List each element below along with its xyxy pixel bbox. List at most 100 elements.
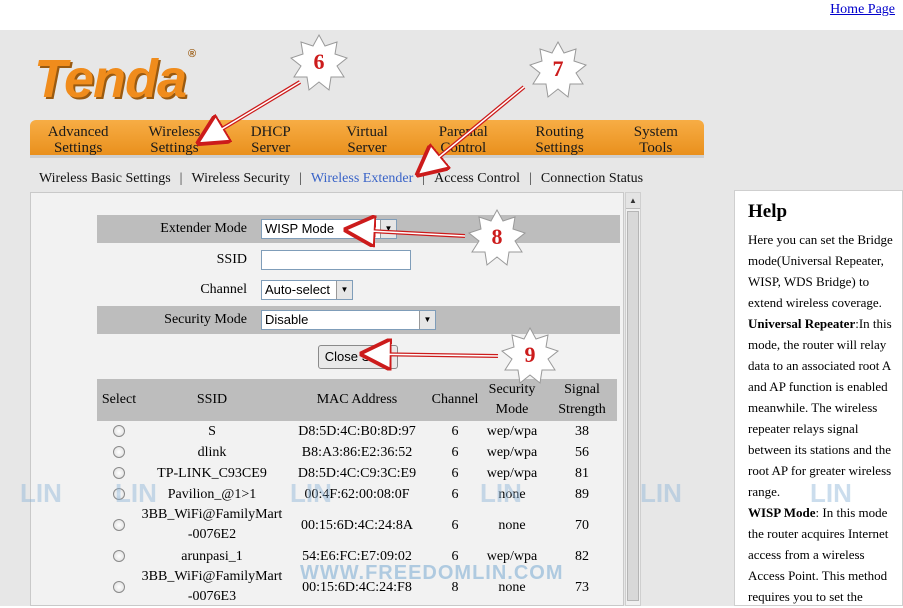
cell-mac: 00:15:6D:4C:24:8A xyxy=(300,517,413,533)
nav-item-label-line2: Control xyxy=(440,140,487,156)
nav-item-system[interactable]: System Tools xyxy=(608,120,704,156)
cell-ssid-line1: arunpasi_1 xyxy=(181,548,243,564)
nav-item-label-line2: Settings xyxy=(535,140,584,156)
help-panel: Help Here you can set the Bridge mode(Uni… xyxy=(734,190,903,606)
nav-item-label-line1: Advanced xyxy=(47,124,109,140)
help-line: WISP, WDS Bridge) to xyxy=(748,274,870,289)
sub-nav-access-control[interactable]: Access Control xyxy=(425,171,529,187)
sub-nav-wireless-extender[interactable]: Wireless Extender xyxy=(302,171,422,187)
sub-nav-connection-status[interactable]: Connection Status xyxy=(532,171,652,187)
table-row: Pavilion_@1>1 00:4F:62:00:08:0F 6 none 89 xyxy=(97,484,617,505)
cell-mac: 00:4F:62:00:08:0F xyxy=(304,486,410,502)
scroll-up-arrow-icon[interactable]: ▲ xyxy=(626,193,640,209)
cell-ssid: 3BB_WiFi@FamilyMart -0076E3 xyxy=(127,567,297,607)
cell-ssid: 3BB_WiFi@FamilyMart -0076E2 xyxy=(127,505,297,545)
sub-nav-wireless-security[interactable]: Wireless Security xyxy=(182,171,299,187)
table-row: 3BB_WiFi@FamilyMart -0076E3 00:15:6D:4C:24… xyxy=(97,567,617,608)
cell-ssid: Pavilion_@1>1 xyxy=(127,485,297,505)
cell-signal: 73 xyxy=(575,579,589,595)
col-mac: MAC Address xyxy=(316,392,398,407)
help-title: Help xyxy=(748,201,788,222)
nav-item-advanced[interactable]: Advanced Settings xyxy=(30,120,126,156)
chevron-down-icon[interactable]: ▼ xyxy=(380,220,396,238)
close-scan-button[interactable]: Close Scan xyxy=(318,345,398,369)
channel-select[interactable]: Auto-select ▼ xyxy=(261,280,353,300)
cell-ssid-line1: 3BB_WiFi@FamilyMart xyxy=(141,569,283,584)
nav-item-label-line2: Server xyxy=(347,140,387,156)
home-page-link[interactable]: Home Page xyxy=(830,2,895,18)
cell-channel: 6 xyxy=(451,444,459,460)
panel-scrollbar[interactable]: ▲ xyxy=(625,192,641,606)
nav-item-label-line2: Tools xyxy=(639,140,673,156)
cell-security: wep/wpa xyxy=(486,444,538,460)
nav-item-wireless[interactable]: Wireless Settings xyxy=(126,120,222,156)
help-line: mode, the router will relay xyxy=(748,337,887,352)
security-mode-select[interactable]: Disable ▼ xyxy=(261,310,436,330)
cell-security: wep/wpa xyxy=(486,465,538,481)
help-term: Universal Repeater xyxy=(748,316,856,331)
cell-mac: D8:5D:4C:B0:8D:97 xyxy=(298,423,416,439)
nav-item-label-line1: Virtual xyxy=(346,124,388,140)
nav-item-label-line1: DHCP xyxy=(250,124,291,140)
cell-mac: 00:15:6D:4C:24:F8 xyxy=(302,579,412,595)
table-row: arunpasi_1 54:E6:FC:E7:09:02 6 wep/wpa 82 xyxy=(97,546,617,567)
help-term-desc: :In this xyxy=(855,316,892,331)
col-select: Select xyxy=(101,392,137,407)
cell-signal: 38 xyxy=(575,423,589,439)
nav-item-dhcp[interactable]: DHCP Server xyxy=(223,120,319,156)
channel-value: Auto-select xyxy=(265,282,331,297)
help-line: WISP Mode: In this mode xyxy=(748,502,902,523)
help-line: mode(Universal Repeater, xyxy=(748,253,884,268)
help-line: Universal Repeater:In this xyxy=(748,313,902,334)
col-signal: Signal Strength xyxy=(547,379,617,421)
scroll-thumb[interactable] xyxy=(627,211,639,601)
security-mode-value: Disable xyxy=(265,312,309,327)
nav-item-label-line2: Server xyxy=(251,140,291,156)
cell-mac: B8:A3:86:E2:36:52 xyxy=(301,444,413,460)
select-radio[interactable] xyxy=(113,445,125,458)
extender-mode-label: Extender Mode xyxy=(160,221,247,236)
help-line: repeater relays signal xyxy=(748,421,859,436)
top-bar: Home Page xyxy=(0,0,903,30)
nav-item-label-line1: System xyxy=(633,124,678,140)
nav-item-label-line1: Wireless xyxy=(148,124,201,140)
cell-ssid-line2: -0076E2 xyxy=(187,527,237,542)
nav-item-label-line1: Routing xyxy=(535,124,584,140)
cell-ssid: arunpasi_1 xyxy=(127,547,297,567)
help-line: and AP function is enabled xyxy=(748,379,888,394)
cell-security: none xyxy=(498,517,526,533)
cell-channel: 8 xyxy=(451,579,459,595)
cell-ssid: S xyxy=(127,422,297,442)
cell-security: none xyxy=(498,579,526,595)
chevron-down-icon[interactable]: ▼ xyxy=(419,311,435,329)
cell-ssid-line1: Pavilion_@1>1 xyxy=(167,486,257,502)
table-row: 3BB_WiFi@FamilyMart -0076E2 00:15:6D:4C:24… xyxy=(97,505,617,546)
cell-ssid-line1: dlink xyxy=(197,444,227,460)
extender-mode-select[interactable]: WISP Mode ▼ xyxy=(261,219,397,239)
sub-nav-wireless-basic-settings[interactable]: Wireless Basic Settings xyxy=(30,171,180,187)
cell-ssid: dlink xyxy=(127,443,297,463)
table-row: S D8:5D:4C:B0:8D:97 6 wep/wpa 38 xyxy=(97,421,617,442)
help-text: Here you can set the Bridge mode(Universa… xyxy=(748,229,902,607)
table-row: dlink B8:A3:86:E2:36:52 6 wep/wpa 56 xyxy=(97,442,617,463)
help-line: between its stations and the xyxy=(748,442,891,457)
help-line: range. xyxy=(748,484,781,499)
nav-item-parental[interactable]: Parental Control xyxy=(415,120,511,156)
help-term-desc: : In this mode xyxy=(815,505,888,520)
ssid-row: SSID xyxy=(97,246,620,274)
col-security-line2: Mode xyxy=(495,402,529,417)
select-radio[interactable] xyxy=(113,424,125,437)
help-line: root AP for greater wireless xyxy=(748,463,892,478)
ssid-input[interactable] xyxy=(261,250,411,270)
select-radio[interactable] xyxy=(113,580,125,593)
select-radio[interactable] xyxy=(113,549,125,562)
nav-item-virtual[interactable]: Virtual Server xyxy=(319,120,415,156)
select-radio[interactable] xyxy=(113,518,125,531)
callout-8: 8 xyxy=(491,224,503,249)
select-radio[interactable] xyxy=(113,487,125,500)
cell-ssid-line2: -0076E3 xyxy=(187,589,237,604)
chevron-down-icon[interactable]: ▼ xyxy=(336,281,352,299)
select-radio[interactable] xyxy=(113,466,125,479)
nav-item-routing[interactable]: Routing Settings xyxy=(511,120,607,156)
cell-signal: 70 xyxy=(575,517,589,533)
